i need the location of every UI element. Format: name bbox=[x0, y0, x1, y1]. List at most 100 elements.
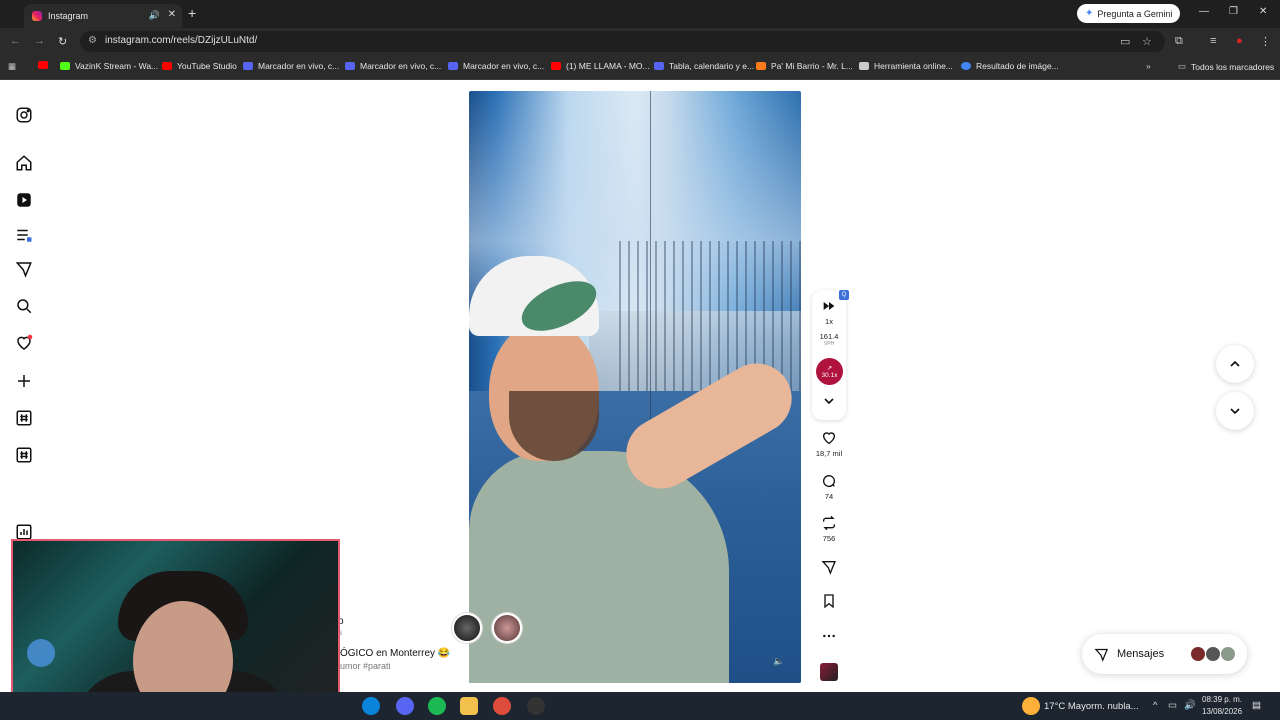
notification-center-icon[interactable]: ▤ bbox=[1252, 700, 1261, 711]
all-bookmarks-button[interactable]: ▭ Todos los marcadores bbox=[1178, 61, 1274, 72]
address-bar[interactable]: ⚙ instagram.com/reels/DZijzULuNtd/ bbox=[80, 31, 1165, 52]
new-tab-button[interactable]: + bbox=[188, 5, 196, 21]
bookmark-item[interactable]: Pa' Mi Barrio - Mr. L... bbox=[756, 61, 853, 71]
url-text: instagram.com/reels/DZijzULuNtd/ bbox=[105, 35, 258, 46]
vph-value: 161.4 bbox=[819, 332, 839, 341]
vph-stat: 161.4 VPH bbox=[815, 332, 843, 347]
next-reel-button[interactable] bbox=[1216, 392, 1254, 430]
discord-icon[interactable] bbox=[396, 697, 414, 715]
trend-badge[interactable]: ↗ 30.1x bbox=[816, 358, 843, 385]
reel-caption-tags[interactable]: umor #parati bbox=[340, 661, 391, 671]
chevron-down-icon bbox=[1230, 408, 1240, 415]
repost-button[interactable]: 756 bbox=[815, 515, 843, 543]
audio-thumbnail[interactable] bbox=[820, 663, 838, 681]
bookmark-item[interactable]: Tabla, calendario y e... bbox=[654, 61, 754, 71]
tab-instagram[interactable]: Instagram 🔊 ✕ bbox=[24, 4, 182, 28]
tray-chevron-icon[interactable]: ^ bbox=[1153, 700, 1157, 711]
extensions-icon[interactable]: ⧉ bbox=[1175, 35, 1183, 48]
collab-avatar[interactable] bbox=[492, 613, 522, 643]
more-icon bbox=[823, 634, 835, 638]
save-button[interactable] bbox=[815, 593, 843, 609]
search-icon[interactable] bbox=[14, 296, 34, 316]
clock-date[interactable]: 13/08/2026 bbox=[1202, 707, 1242, 716]
reload-icon[interactable]: ↻ bbox=[58, 35, 67, 48]
ask-gemini-button[interactable]: ✦ Pregunta a Gemini bbox=[1077, 4, 1181, 23]
volume-tray-icon[interactable]: 🔊 bbox=[1184, 700, 1196, 711]
speed-value: 1x bbox=[825, 317, 833, 326]
collapse-panel-button[interactable] bbox=[815, 393, 843, 409]
share-button[interactable] bbox=[815, 559, 843, 575]
fast-forward-icon bbox=[823, 302, 835, 310]
gemini-label: Pregunta a Gemini bbox=[1097, 8, 1173, 19]
close-window-icon[interactable]: ✕ bbox=[1259, 6, 1267, 17]
bookmark-item[interactable]: YouTube Studio bbox=[162, 61, 237, 71]
hashtag-icon[interactable] bbox=[14, 445, 34, 465]
vph-unit: VPH bbox=[823, 341, 835, 347]
kick-icon bbox=[60, 62, 70, 70]
spotify-icon[interactable] bbox=[428, 697, 446, 715]
bookmark-item[interactable] bbox=[38, 61, 53, 69]
bookmark-item[interactable]: Herramienta online... bbox=[859, 61, 953, 71]
edge-icon[interactable] bbox=[362, 697, 380, 715]
bookmark-item[interactable]: Marcador en vivo, c... bbox=[448, 61, 544, 71]
contact-avatar bbox=[1220, 646, 1236, 662]
reel-caption: ÓGICO en Monterrey 😂 bbox=[340, 648, 451, 659]
like-button[interactable]: 18,7 mil bbox=[815, 430, 843, 458]
speaker-icon[interactable]: 🔊 bbox=[149, 10, 160, 21]
forward-icon[interactable]: → bbox=[34, 35, 45, 47]
weather-text[interactable]: 17°C Mayorm. nubla... bbox=[1044, 701, 1139, 712]
home-icon[interactable] bbox=[14, 153, 34, 173]
bookmark-item[interactable]: (1) ME LLAMA - MO... bbox=[551, 61, 650, 71]
send-icon bbox=[821, 561, 836, 575]
clock-time[interactable]: 08:39 p. m. bbox=[1202, 695, 1242, 704]
apps-icon[interactable]: ▦ bbox=[8, 61, 16, 72]
bookmark-star-icon[interactable]: ☆ bbox=[1142, 35, 1152, 48]
weather-icon bbox=[1022, 697, 1040, 715]
reel-video[interactable]: 🔈 bbox=[469, 91, 801, 683]
messages-button[interactable]: Mensajes bbox=[1082, 634, 1247, 674]
profile-icon[interactable]: ● bbox=[1236, 35, 1243, 47]
network-icon[interactable]: ▭ bbox=[1168, 700, 1177, 711]
score-icon bbox=[345, 62, 355, 70]
chrome-icon[interactable] bbox=[493, 697, 511, 715]
minimize-icon[interactable]: — bbox=[1199, 6, 1209, 17]
creator-avatar[interactable] bbox=[452, 613, 482, 643]
gemini-icon: ✦ bbox=[1085, 8, 1094, 19]
bookmark-item[interactable]: Marcador en vivo, c... bbox=[345, 61, 441, 71]
bookmark-item[interactable]: Marcador en vivo, c... bbox=[243, 61, 339, 71]
browser-tab-bar: Instagram 🔊 ✕ + ✦ Pregunta a Gemini — ❐ … bbox=[0, 0, 1280, 28]
cast-icon[interactable]: ▭ bbox=[1120, 35, 1130, 48]
comment-button[interactable]: 74 bbox=[815, 473, 843, 501]
reels-icon[interactable] bbox=[14, 190, 34, 210]
back-icon[interactable]: ← bbox=[10, 35, 21, 47]
close-tab-icon[interactable]: ✕ bbox=[168, 9, 176, 20]
previous-reel-button[interactable] bbox=[1216, 345, 1254, 383]
trend-value: 30.1x bbox=[821, 372, 838, 379]
comments-count: 74 bbox=[824, 492, 834, 501]
site-info-icon[interactable]: ⚙ bbox=[88, 35, 97, 46]
messages-icon[interactable] bbox=[14, 259, 34, 279]
tab-title: Instagram bbox=[48, 11, 89, 21]
hashtag-icon[interactable] bbox=[14, 408, 34, 428]
score-icon bbox=[654, 62, 664, 70]
speed-control[interactable]: 1x bbox=[815, 298, 843, 326]
bookmark-item[interactable]: Resultado de imáge... bbox=[961, 61, 1059, 71]
media-control-icon[interactable]: ≡ bbox=[1210, 35, 1216, 47]
menu-icon[interactable]: ⋮ bbox=[1260, 35, 1271, 48]
notifications-icon[interactable] bbox=[14, 333, 34, 353]
youtube-icon bbox=[38, 61, 48, 69]
more-bookmarks-icon[interactable]: » bbox=[1146, 61, 1151, 71]
likes-count: 18,7 mil bbox=[815, 449, 843, 458]
bookmark-item[interactable]: VazinK Stream - Wa... bbox=[60, 61, 158, 71]
obs-icon[interactable] bbox=[527, 697, 545, 715]
instagram-logo-icon[interactable] bbox=[14, 105, 34, 125]
restore-icon[interactable]: ❐ bbox=[1229, 6, 1238, 17]
file-explorer-icon[interactable] bbox=[460, 697, 478, 715]
feed-icon[interactable] bbox=[14, 225, 34, 245]
volume-icon[interactable]: 🔈 bbox=[773, 656, 787, 670]
more-options-button[interactable] bbox=[815, 628, 843, 644]
google-icon bbox=[961, 62, 971, 70]
contact-avatar bbox=[1205, 646, 1221, 662]
person-shirt bbox=[469, 451, 729, 683]
create-icon[interactable] bbox=[14, 371, 34, 391]
